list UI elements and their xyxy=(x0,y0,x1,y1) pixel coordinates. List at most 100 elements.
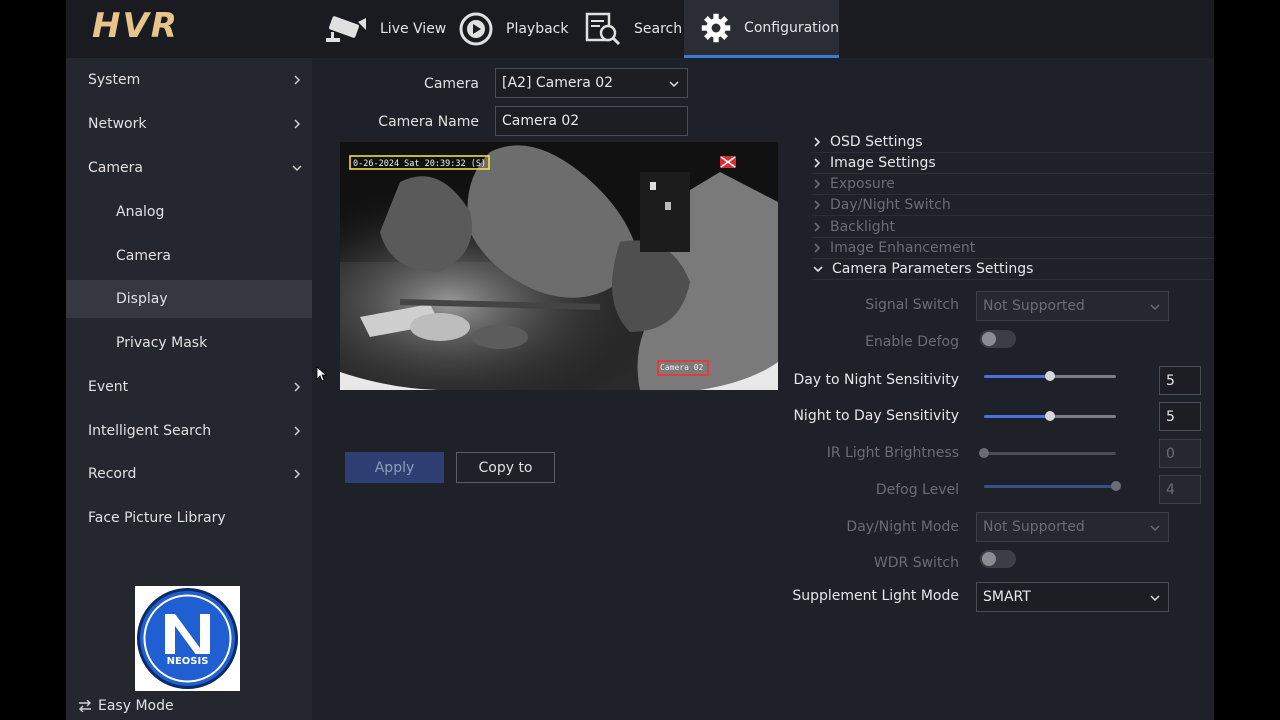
apply-button[interactable]: Apply xyxy=(345,452,444,483)
sidebar-item-network[interactable]: Network xyxy=(66,105,312,143)
day-to-night-slider[interactable] xyxy=(984,369,1116,383)
day-to-night-label: Day to Night Sensitivity xyxy=(793,372,959,388)
wdr-switch-label: WDR Switch xyxy=(873,555,959,571)
gear-icon xyxy=(701,13,731,42)
sidebar-item-label: System xyxy=(88,72,141,88)
section-label: Day/Night Switch xyxy=(830,197,951,213)
nav-search-label: Search xyxy=(634,21,683,37)
camera-name-value: Camera 02 xyxy=(502,113,580,129)
day-night-mode-value: Not Supported xyxy=(983,519,1085,535)
section-label: Exposure xyxy=(830,176,895,192)
sidebar-item-label: Camera xyxy=(116,248,171,264)
nav-configuration-label: Configuration xyxy=(744,19,839,36)
camera-icon xyxy=(326,16,366,42)
slider-fill xyxy=(984,485,1116,488)
slider-thumb[interactable] xyxy=(1045,371,1055,381)
slider-track xyxy=(984,452,1116,455)
sidebar-item-system[interactable]: System xyxy=(66,61,312,99)
nav-playback-label: Playback xyxy=(506,21,569,37)
night-to-day-slider[interactable] xyxy=(984,409,1116,423)
sidebar-item-label: Face Picture Library xyxy=(88,510,226,526)
sidebar-item-intelligent-search[interactable]: Intelligent Search xyxy=(66,412,312,450)
chevron-down-icon xyxy=(292,165,302,172)
defog-level-value: 4 xyxy=(1159,475,1201,504)
nav-search[interactable]: Search xyxy=(584,0,682,58)
chevron-down-icon xyxy=(1150,525,1160,532)
section-image-settings[interactable]: Image Settings xyxy=(812,153,1214,174)
sidebar-item-label: Event xyxy=(88,379,129,395)
sidebar: System Network Camera Analog Camera Disp… xyxy=(66,58,312,720)
camera-select-value: [A2] Camera 02 xyxy=(502,75,614,91)
section-day-night-switch: Day/Night Switch xyxy=(812,195,1214,216)
section-label: Camera Parameters Settings xyxy=(832,261,1034,277)
osd-timestamp: 0-26-2024 Sat 20:39:32 (S) xyxy=(353,159,486,169)
sidebar-item-record[interactable]: Record xyxy=(66,455,312,493)
section-camera-parameters[interactable]: Camera Parameters Settings xyxy=(812,259,1214,280)
easy-mode-button[interactable]: Easy Mode xyxy=(78,698,174,714)
sidebar-item-display[interactable]: Display xyxy=(66,280,312,318)
chevron-right-icon xyxy=(294,469,301,479)
sidebar-item-label: Analog xyxy=(116,204,165,220)
copy-to-button[interactable]: Copy to xyxy=(456,452,555,483)
sidebar-item-camera-sub[interactable]: Camera xyxy=(66,237,312,275)
chevron-right-icon xyxy=(294,426,301,436)
night-to-day-label: Night to Day Sensitivity xyxy=(793,408,959,424)
sidebar-item-analog[interactable]: Analog xyxy=(66,193,312,231)
defog-level-label: Defog Level xyxy=(875,482,959,498)
chevron-down-icon xyxy=(1150,595,1160,602)
supplement-light-select[interactable]: SMART xyxy=(976,582,1169,612)
day-night-mode-label: Day/Night Mode xyxy=(846,519,959,535)
section-osd-settings[interactable]: OSD Settings xyxy=(812,132,1214,153)
signal-switch-value: Not Supported xyxy=(983,298,1085,314)
slider-thumb xyxy=(979,448,989,458)
chevron-right-icon xyxy=(294,119,301,129)
section-exposure: Exposure xyxy=(812,174,1214,195)
nav-live-view-label: Live View xyxy=(380,21,447,37)
section-label: OSD Settings xyxy=(830,134,923,150)
toggle-knob xyxy=(982,552,996,566)
camera-name-input[interactable]: Camera 02 xyxy=(495,106,688,136)
wdr-switch-toggle xyxy=(980,550,1016,568)
sidebar-item-label: Record xyxy=(88,466,137,482)
sidebar-item-label: Privacy Mask xyxy=(116,335,208,351)
search-icon xyxy=(585,12,621,46)
sidebar-item-event[interactable]: Event xyxy=(66,368,312,406)
osd-camera-name: Camera 02 xyxy=(660,363,704,372)
ir-brightness-label: IR Light Brightness xyxy=(826,445,959,461)
day-to-night-value[interactable]: 5 xyxy=(1159,366,1201,395)
top-navigation-bar: HVR Live View Playback Search Configurat… xyxy=(66,0,1214,58)
night-to-day-value[interactable]: 5 xyxy=(1159,402,1201,431)
sidebar-item-label: Network xyxy=(88,116,147,132)
chevron-right-icon xyxy=(294,75,301,85)
nav-playback[interactable]: Playback xyxy=(458,0,568,58)
section-backlight: Backlight xyxy=(812,217,1214,238)
brand-logo-text: NEOSIS xyxy=(167,656,209,667)
sidebar-item-label: Display xyxy=(116,291,168,307)
camera-name-label: Camera Name xyxy=(378,114,479,130)
ir-brightness-value: 0 xyxy=(1159,439,1201,468)
camera-preview: 0-26-2024 Sat 20:39:32 (S) Camera 02 xyxy=(340,142,778,390)
sidebar-item-label: Intelligent Search xyxy=(88,423,212,439)
chevron-right-icon xyxy=(814,158,821,168)
signal-switch-select: Not Supported xyxy=(976,291,1169,321)
sidebar-item-face-picture-library[interactable]: Face Picture Library xyxy=(66,499,312,537)
nav-live-view[interactable]: Live View xyxy=(324,0,446,58)
chevron-right-icon xyxy=(814,137,821,147)
day-night-mode-select: Not Supported xyxy=(976,512,1169,542)
supplement-light-value: SMART xyxy=(983,589,1031,605)
sidebar-item-camera[interactable]: Camera xyxy=(66,149,312,187)
sidebar-item-privacy-mask[interactable]: Privacy Mask xyxy=(66,324,312,362)
nav-configuration[interactable]: Configuration xyxy=(684,0,839,58)
hvr-app: HVR Live View Playback Search Configurat… xyxy=(66,0,1214,720)
chevron-down-icon xyxy=(1150,304,1160,311)
playback-icon xyxy=(459,12,493,46)
camera-select[interactable]: [A2] Camera 02 xyxy=(495,68,688,98)
chevron-right-icon xyxy=(814,243,821,253)
section-image-enhancement: Image Enhancement xyxy=(812,238,1214,259)
hvr-logo: HVR xyxy=(92,6,179,46)
slider-thumb[interactable] xyxy=(1045,411,1055,421)
easy-mode-label: Easy Mode xyxy=(98,698,174,714)
chevron-right-icon xyxy=(814,200,821,210)
sidebar-item-label: Camera xyxy=(88,160,143,176)
swap-icon xyxy=(79,700,91,712)
